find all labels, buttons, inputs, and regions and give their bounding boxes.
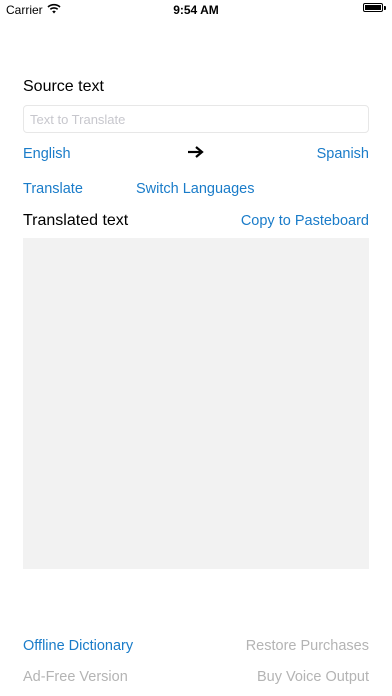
battery-icon	[363, 3, 383, 12]
offline-dictionary-button[interactable]: Offline Dictionary	[23, 638, 133, 654]
restore-purchases-button[interactable]: Restore Purchases	[246, 638, 369, 654]
status-bar: Carrier 9:54 AM	[0, 0, 392, 20]
buy-voice-output-button[interactable]: Buy Voice Output	[257, 669, 369, 685]
translate-button[interactable]: Translate	[23, 181, 83, 197]
translated-text-output[interactable]	[23, 238, 369, 569]
copy-to-pasteboard-button[interactable]: Copy to Pasteboard	[241, 213, 369, 229]
translated-text-label: Translated text	[23, 212, 129, 229]
source-text-label: Source text	[23, 78, 104, 95]
status-right	[363, 3, 386, 12]
status-time: 9:54 AM	[173, 3, 219, 17]
battery-fill	[365, 5, 381, 10]
ad-free-version-button[interactable]: Ad-Free Version	[23, 669, 128, 685]
target-language-button[interactable]: Spanish	[317, 146, 369, 162]
source-text-input[interactable]	[23, 105, 369, 133]
switch-languages-button[interactable]: Switch Languages	[136, 181, 255, 197]
source-language-button[interactable]: English	[23, 146, 71, 162]
arrow-right-icon	[187, 144, 205, 160]
battery-tip	[384, 5, 386, 10]
